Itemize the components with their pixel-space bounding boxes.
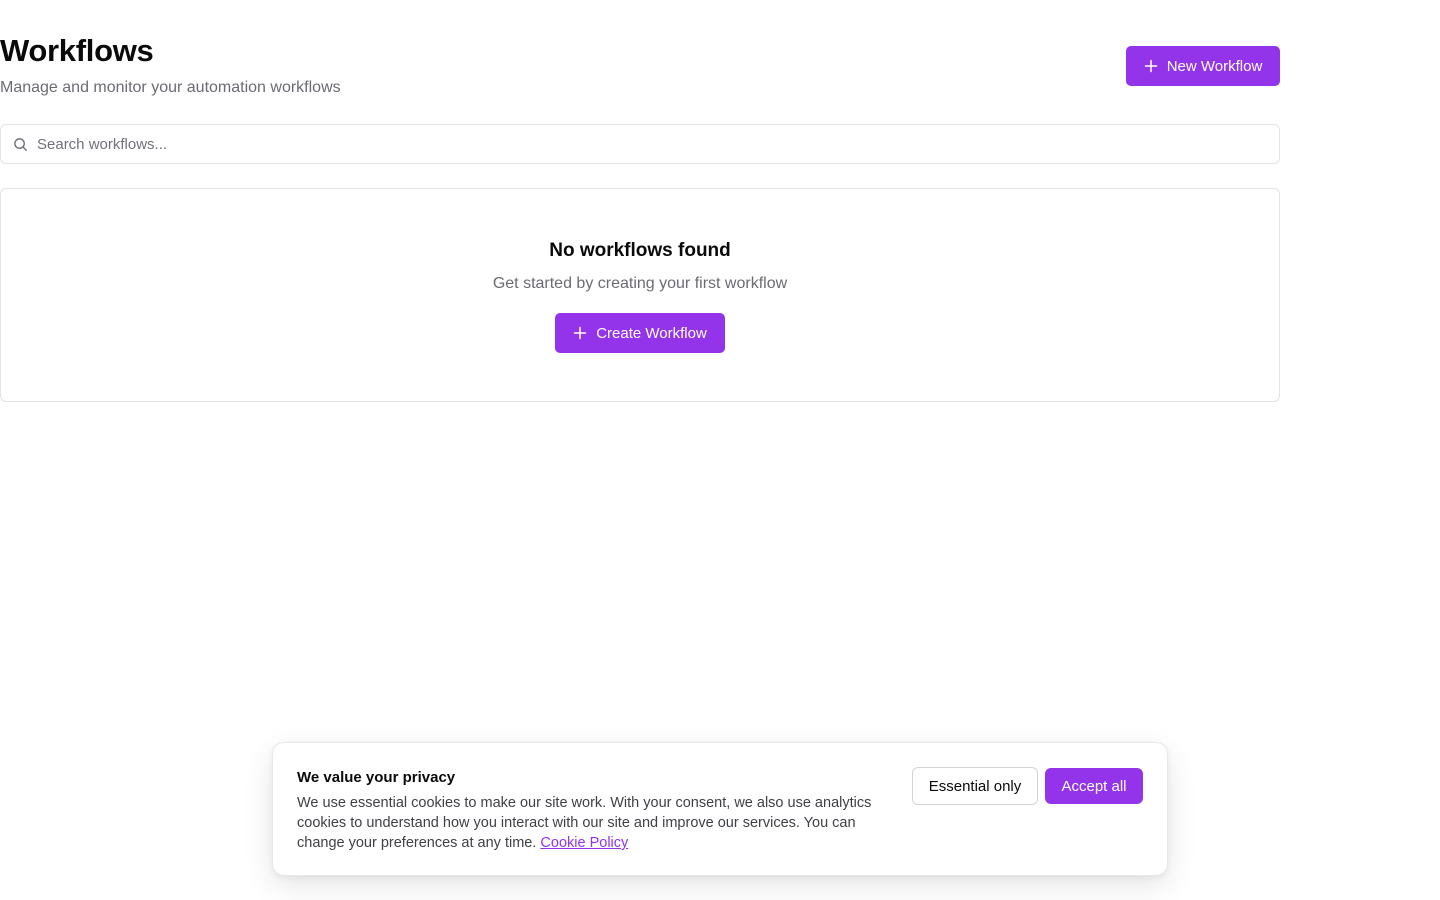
new-workflow-button[interactable]: New Workflow (1126, 46, 1280, 86)
search-input[interactable] (37, 125, 1267, 163)
page-header: Workflows Manage and monitor your automa… (0, 30, 1280, 100)
cookie-banner-text: We use essential cookies to make our sit… (297, 793, 887, 853)
cookie-banner-title: We value your privacy (297, 769, 456, 786)
new-workflow-button-label: New Workflow (1166, 57, 1263, 75)
empty-state-card: No workflows found Get started by creati… (0, 188, 1280, 402)
create-workflow-button-label: Create Workflow (596, 324, 707, 342)
workflows-page: Workflows Manage and monitor your automa… (0, 0, 1440, 900)
accept-all-button[interactable]: Accept all (1045, 768, 1143, 804)
cookie-banner: We value your privacy We use essential c… (272, 742, 1168, 876)
cookie-policy-link[interactable]: Cookie Policy (540, 835, 628, 851)
create-workflow-button[interactable]: Create Workflow (555, 313, 725, 353)
essential-only-button[interactable]: Essential only (912, 767, 1038, 805)
page-subtitle: Manage and monitor your automation workf… (0, 79, 341, 96)
plus-icon (1144, 59, 1157, 73)
search-bar (0, 124, 1280, 164)
page-title: Workflows (0, 33, 154, 68)
empty-state-subtitle: Get started by creating your first workf… (492, 275, 788, 292)
plus-icon (573, 326, 587, 340)
search-icon (14, 138, 28, 152)
empty-state-title: No workflows found (549, 240, 731, 261)
